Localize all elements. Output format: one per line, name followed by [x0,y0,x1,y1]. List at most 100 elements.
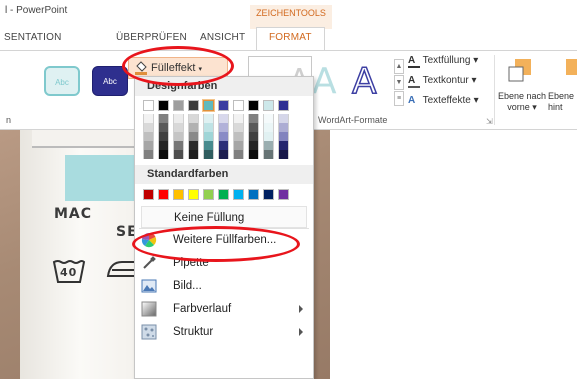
tab-presentation[interactable]: SENTATION [4,32,62,43]
theme-shade-swatch[interactable] [173,132,184,141]
theme-shade-swatch[interactable] [173,114,184,123]
theme-shade-swatch[interactable] [188,114,199,123]
send-backward-icon[interactable] [560,57,577,87]
theme-shade-swatch[interactable] [188,123,199,132]
theme-shade-swatch[interactable] [173,150,184,159]
theme-shade-swatch[interactable] [218,141,229,150]
theme-shade-swatch[interactable] [203,114,214,123]
theme-shade-swatch[interactable] [188,150,199,159]
theme-shade-swatch[interactable] [173,141,184,150]
theme-shade-swatch[interactable] [188,141,199,150]
theme-shade-swatch[interactable] [203,150,214,159]
wordart-style-cyan-icon[interactable]: A [312,61,337,102]
theme-shade-swatch[interactable] [248,141,259,150]
theme-shade-swatch[interactable] [263,141,274,150]
theme-shade-swatch[interactable] [233,150,244,159]
send-backward-button[interactable]: Ebene hint [548,91,577,113]
bring-forward-icon[interactable] [507,57,533,87]
theme-shade-swatch[interactable] [218,132,229,141]
text-fill-button[interactable]: A Textfüllung ▾ [408,55,478,68]
theme-shade-swatch[interactable] [278,141,289,150]
theme-color-swatch[interactable] [143,100,154,111]
standard-color-swatch[interactable] [143,189,154,200]
eyedropper-item[interactable]: Pipette [135,252,313,275]
theme-shade-swatch[interactable] [203,132,214,141]
theme-shade-swatch[interactable] [278,150,289,159]
theme-shade-swatch[interactable] [143,141,154,150]
selected-shape-rectangle[interactable] [65,155,145,201]
theme-shade-swatch[interactable] [233,141,244,150]
theme-shade-swatch[interactable] [278,114,289,123]
theme-color-swatch[interactable] [158,100,169,111]
theme-shade-swatch[interactable] [143,132,154,141]
theme-shade-swatch[interactable] [263,150,274,159]
theme-color-swatch[interactable] [278,100,289,111]
standard-color-swatch[interactable] [233,189,244,200]
standard-color-swatch[interactable] [263,189,274,200]
theme-shade-swatch[interactable] [248,150,259,159]
theme-shade-swatch[interactable] [218,150,229,159]
theme-color-swatch[interactable] [173,100,184,111]
theme-shade-swatch[interactable] [203,123,214,132]
theme-shade-swatch[interactable] [218,123,229,132]
standard-color-swatch[interactable] [158,189,169,200]
theme-shade-swatch[interactable] [233,123,244,132]
gallery-more-icon[interactable]: ≡ [394,91,404,106]
tab-format[interactable]: FORMAT [256,27,325,50]
text-outline-button[interactable]: A Textkontur ▾ [408,75,477,88]
theme-color-swatch[interactable] [188,100,199,111]
theme-shade-swatch[interactable] [203,141,214,150]
theme-shade-swatch[interactable] [233,132,244,141]
shape-style-dark[interactable]: Abc [92,66,128,96]
standard-color-swatch[interactable] [188,189,199,200]
theme-shade-swatch[interactable] [233,114,244,123]
theme-shade-swatch[interactable] [263,114,274,123]
shape-style-light[interactable]: Abc [44,66,80,96]
theme-shade-swatch[interactable] [158,132,169,141]
standard-color-swatch[interactable] [173,189,184,200]
text-effects-button[interactable]: A Texteffekte ▾ [408,95,479,106]
theme-color-swatch[interactable] [263,100,274,111]
no-fill-item[interactable]: Keine Füllung [141,206,307,228]
scroll-down-icon[interactable]: ▼ [394,75,404,90]
theme-color-swatch[interactable] [233,100,244,111]
theme-shade-swatch[interactable] [263,123,274,132]
scroll-up-icon[interactable]: ▲ [394,59,404,74]
theme-color-swatch[interactable] [248,100,259,111]
wordart-style-outline-icon[interactable]: A [351,60,377,103]
theme-shade-swatch[interactable] [158,114,169,123]
theme-shade-swatch[interactable] [278,132,289,141]
theme-shade-swatch[interactable] [278,123,289,132]
theme-color-swatch[interactable] [202,99,215,112]
standard-color-swatch[interactable] [278,189,289,200]
theme-shade-swatch[interactable] [173,123,184,132]
theme-color-swatch[interactable] [218,100,229,111]
gradient-item[interactable]: Farbverlauf [135,298,313,321]
standard-color-swatch[interactable] [218,189,229,200]
submenu-arrow-icon [299,305,303,313]
standard-color-swatch[interactable] [203,189,214,200]
theme-shade-swatch[interactable] [143,123,154,132]
theme-shade-swatch[interactable] [158,123,169,132]
slide-canvas-blank[interactable] [330,130,577,379]
theme-shade-column [203,114,214,159]
theme-shade-swatch[interactable] [248,114,259,123]
theme-shade-swatch[interactable] [263,132,274,141]
standard-color-swatch[interactable] [248,189,259,200]
theme-shade-swatch[interactable] [248,132,259,141]
tab-review[interactable]: ÜBERPRÜFEN [116,32,187,43]
theme-shade-swatch[interactable] [158,150,169,159]
theme-shade-swatch[interactable] [188,132,199,141]
picture-item[interactable]: Bild... [135,275,313,298]
bring-forward-button[interactable]: Ebene nach vorne ▾ [496,91,548,113]
theme-shade-swatch[interactable] [248,123,259,132]
theme-shade-swatch[interactable] [143,150,154,159]
theme-shade-swatch[interactable] [218,114,229,123]
more-fill-colors-item[interactable]: Weitere Füllfarben... [135,229,313,252]
dialog-launcher-icon[interactable]: ⇲ [486,117,493,126]
texture-item[interactable]: Struktur [135,321,313,344]
theme-color-palette [143,99,313,159]
tab-view[interactable]: ANSICHT [200,32,245,43]
theme-shade-swatch[interactable] [158,141,169,150]
theme-shade-swatch[interactable] [143,114,154,123]
